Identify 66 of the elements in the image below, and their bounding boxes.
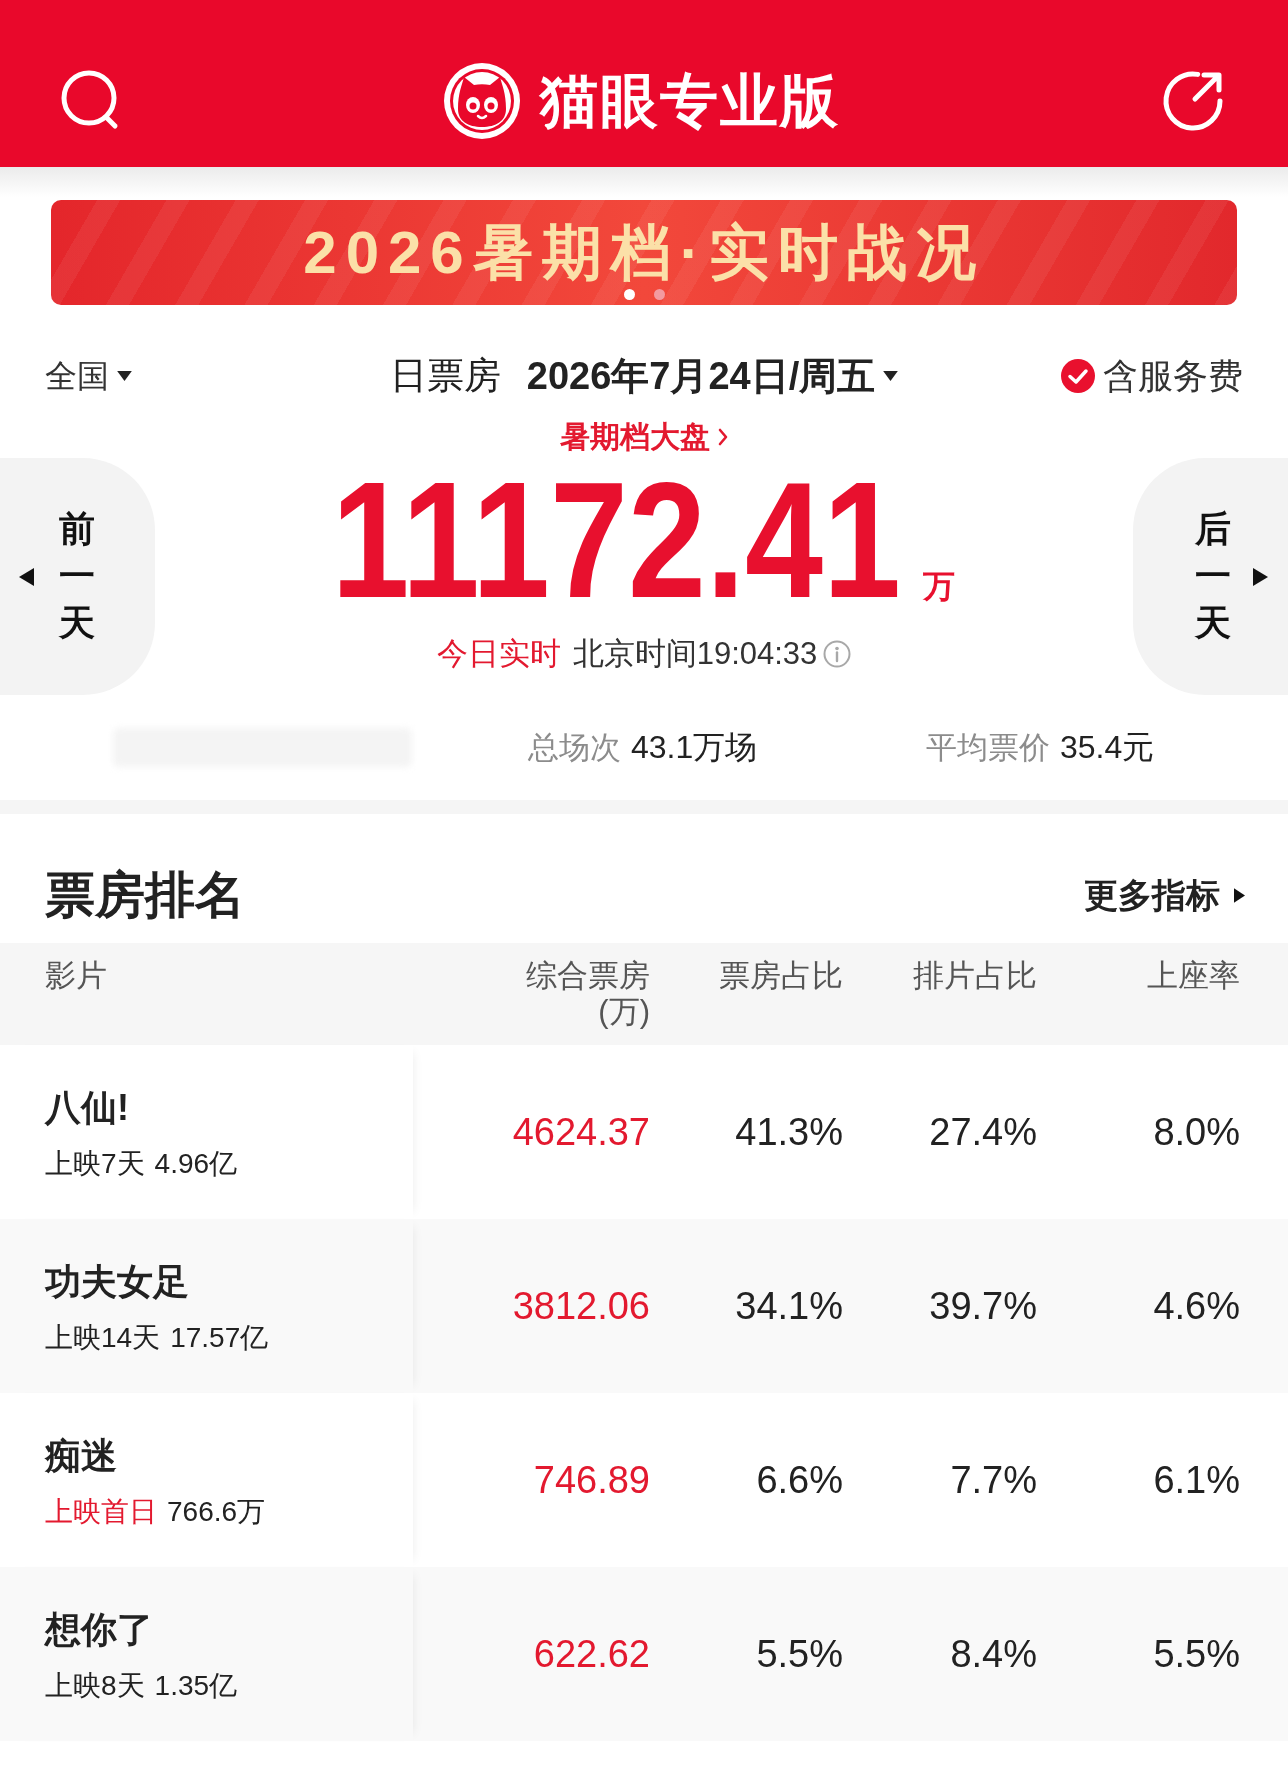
- table-cell: 39.7%: [929, 1284, 1037, 1328]
- table-row[interactable]: 想你了 上映8天 1.35亿 622.62 5.5% 8.4% 5.5%: [0, 1567, 1288, 1741]
- table-cell: 4.6%: [1153, 1284, 1240, 1328]
- table-cell: 6.6%: [756, 1458, 843, 1502]
- stat-value: 43.1万场: [631, 727, 758, 767]
- cumulative-box-office: 1.35亿: [154, 1669, 238, 1703]
- table-cell: 27.4%: [929, 1110, 1037, 1154]
- table-cell: 8.0%: [1153, 1110, 1240, 1154]
- stat-value: 35.4元: [1060, 727, 1155, 767]
- table-cell: 34.1%: [735, 1284, 843, 1328]
- beijing-time: 北京时间19:04:33: [572, 636, 818, 672]
- release-days: 上映7天: [45, 1145, 145, 1183]
- total-box-office: 11172.41: [331, 458, 901, 623]
- table-cell: 3812.06: [512, 1284, 650, 1328]
- table-row[interactable]: 功夫女足 上映14天 17.57亿 3812.06 34.1% 39.7% 4.6%: [0, 1219, 1288, 1393]
- date-dropdown[interactable]: 2026年7月24日/周五: [526, 354, 899, 398]
- movie-title: 八仙!: [45, 1086, 129, 1130]
- table-cell: 5.5%: [1153, 1632, 1240, 1676]
- info-icon[interactable]: [823, 640, 852, 668]
- carousel-dot[interactable]: [623, 289, 635, 300]
- caret-right-icon: [1234, 887, 1245, 903]
- caret-down-icon: [883, 370, 899, 382]
- cumulative-box-office: 4.96亿: [154, 1147, 238, 1181]
- previous-day-button[interactable]: 前一天: [0, 458, 155, 695]
- table-cell: 5.5%: [756, 1632, 843, 1676]
- service-fee-label: 含服务费: [1103, 355, 1243, 397]
- column-header[interactable]: 影片: [45, 958, 107, 994]
- column-header[interactable]: 综合票房(万): [524, 958, 650, 1030]
- release-days: 上映14天: [45, 1319, 161, 1357]
- table-cell: 746.89: [533, 1458, 650, 1502]
- table-cell: 622.62: [533, 1632, 650, 1676]
- cumulative-box-office: 17.57亿: [170, 1321, 269, 1355]
- banner-title: 2026暑期档·实时战况: [303, 218, 985, 287]
- daily-box-office-label: 日票房: [389, 354, 501, 398]
- app-title: 猫眼专业版: [540, 66, 840, 135]
- stat-label: 平均票价: [926, 728, 1050, 767]
- realtime-label: 今日实时: [436, 636, 561, 672]
- stat-label: 总场次: [528, 728, 621, 767]
- column-header[interactable]: 上座率: [1147, 958, 1240, 994]
- share-icon[interactable]: [1161, 68, 1225, 133]
- chevron-right-icon: [718, 428, 728, 446]
- cat-logo-icon: [444, 62, 520, 139]
- more-metrics-button[interactable]: 更多指标: [1084, 875, 1245, 915]
- caret-down-icon: [117, 370, 132, 382]
- summer-season-link[interactable]: 暑期档大盘: [560, 420, 728, 454]
- caret-left-icon: [19, 567, 34, 586]
- box-office-unit: 万: [922, 567, 955, 606]
- region-dropdown[interactable]: 全国: [45, 356, 132, 396]
- table-cell: 4624.37: [512, 1110, 650, 1154]
- column-header[interactable]: 票房占比: [719, 958, 843, 994]
- table-cell: 8.4%: [950, 1632, 1037, 1676]
- service-fee-checkbox[interactable]: [1061, 359, 1095, 393]
- table-cell: 7.7%: [950, 1458, 1037, 1502]
- next-day-button[interactable]: 后一天: [1133, 458, 1288, 695]
- movie-title: 功夫女足: [45, 1260, 189, 1304]
- section-title: 票房排名: [45, 866, 245, 925]
- table-cell: 6.1%: [1153, 1458, 1240, 1502]
- carousel-dot[interactable]: [653, 289, 665, 300]
- table-cell: 41.3%: [735, 1110, 843, 1154]
- caret-right-icon: [1253, 567, 1268, 586]
- release-days: 上映首日: [45, 1493, 157, 1531]
- movie-title: 痴迷: [45, 1434, 117, 1478]
- column-header[interactable]: 排片占比: [913, 958, 1037, 994]
- cumulative-box-office: 766.6万: [167, 1495, 266, 1529]
- movie-title: 想你了: [45, 1608, 153, 1652]
- release-days: 上映8天: [45, 1667, 145, 1705]
